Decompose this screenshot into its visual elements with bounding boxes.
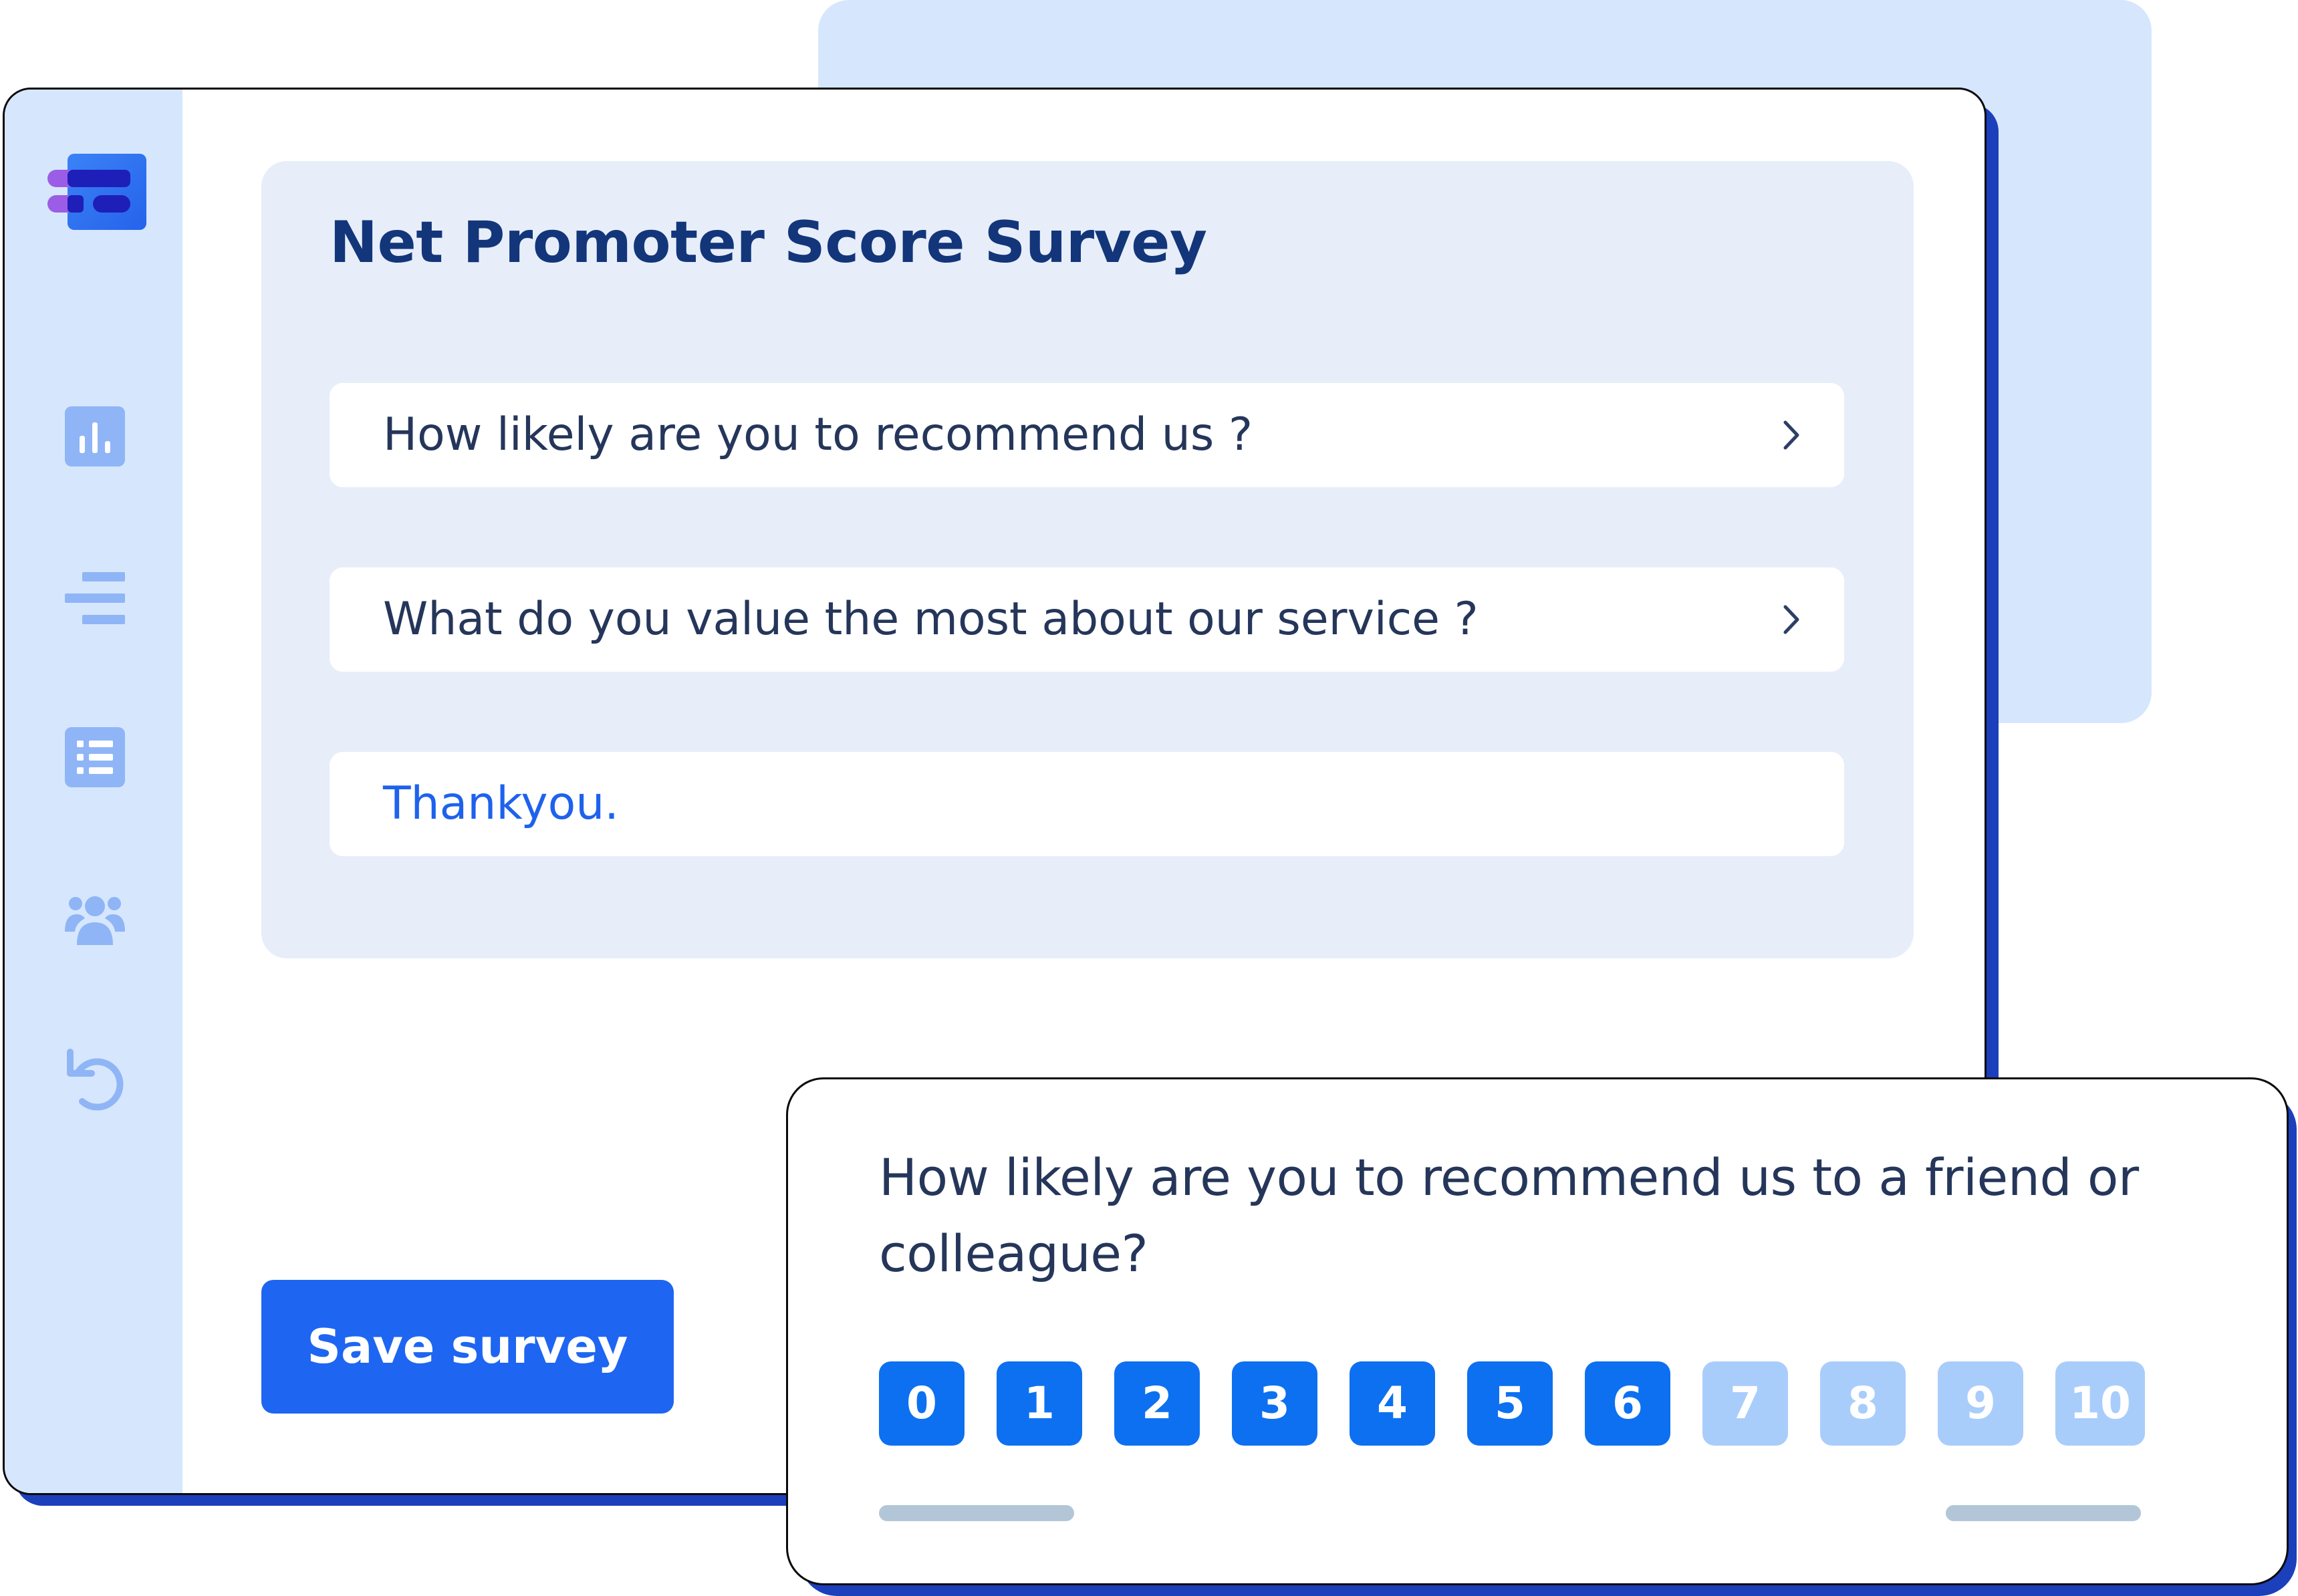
question-text: What do you value the most about our ser… xyxy=(383,593,1479,646)
survey-card: Net Promoter Score Survey How likely are… xyxy=(261,161,1914,958)
scale-label-placeholder-high xyxy=(1946,1505,2141,1521)
thank-you-text: Thankyou. xyxy=(383,777,619,830)
nps-popup: How likely are you to recommend us to a … xyxy=(786,1077,2289,1585)
scale-label-placeholder-low xyxy=(879,1505,1074,1521)
app-logo xyxy=(47,154,146,230)
score-button-3[interactable]: 3 xyxy=(1232,1361,1317,1446)
question-text: How likely are you to recommend us ? xyxy=(383,408,1253,461)
score-scale: 0 1 2 3 4 5 6 7 8 9 10 xyxy=(879,1361,2145,1447)
question-row-1[interactable]: How likely are you to recommend us ? xyxy=(330,383,1844,487)
undo-icon[interactable] xyxy=(65,1045,125,1111)
stage: Net Promoter Score Survey How likely are… xyxy=(0,0,2298,1596)
save-survey-button[interactable]: Save survey xyxy=(261,1280,674,1414)
question-row-2[interactable]: What do you value the most about our ser… xyxy=(330,567,1844,672)
chevron-right-icon xyxy=(1781,418,1801,452)
score-button-5[interactable]: 5 xyxy=(1467,1361,1553,1446)
score-button-4[interactable]: 4 xyxy=(1350,1361,1435,1446)
score-button-6[interactable]: 6 xyxy=(1585,1361,1670,1446)
score-button-9[interactable]: 9 xyxy=(1938,1361,2023,1446)
sidebar xyxy=(5,90,182,1493)
score-button-7[interactable]: 7 xyxy=(1702,1361,1788,1446)
align-lines-icon[interactable] xyxy=(65,568,125,628)
nps-question: How likely are you to recommend us to a … xyxy=(879,1148,2139,1283)
list-icon[interactable] xyxy=(65,727,125,787)
score-button-0[interactable]: 0 xyxy=(879,1361,965,1446)
thank-you-row[interactable]: Thankyou. xyxy=(330,752,1844,856)
score-button-2[interactable]: 2 xyxy=(1114,1361,1200,1446)
bar-chart-icon[interactable] xyxy=(65,406,125,467)
chevron-right-icon xyxy=(1781,603,1801,636)
score-button-1[interactable]: 1 xyxy=(997,1361,1082,1446)
score-button-8[interactable]: 8 xyxy=(1820,1361,1906,1446)
score-button-10[interactable]: 10 xyxy=(2055,1361,2145,1446)
users-icon[interactable] xyxy=(65,888,125,948)
survey-title: Net Promoter Score Survey xyxy=(330,209,1207,276)
